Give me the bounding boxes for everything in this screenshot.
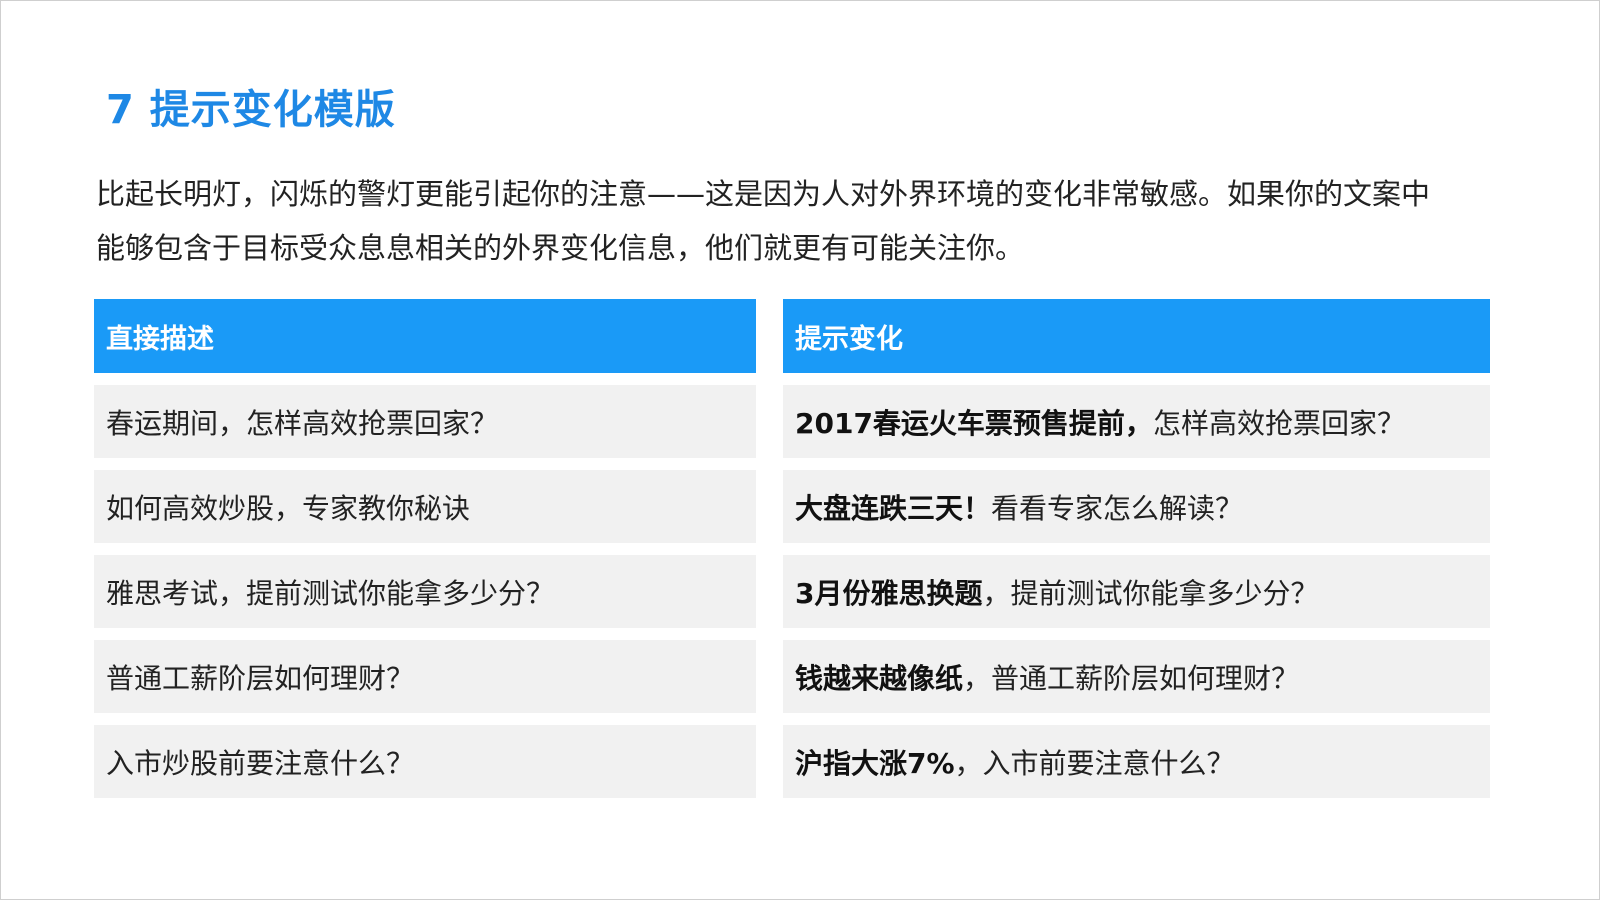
direct-description-column: 直接描述 春运期间，怎样高效抢票回家？ 如何高效炒股，专家教你秘诀 雅思考试，提… <box>94 299 756 810</box>
slide-title: 7 提示变化模版 <box>106 87 396 133</box>
row-highlight: 2017春运火车票预售提前， <box>795 406 1153 440</box>
row-highlight: 钱越来越像纸 <box>795 661 964 695</box>
direct-description-rows: 春运期间，怎样高效抢票回家？ 如何高效炒股，专家教你秘诀 雅思考试，提前测试你能… <box>94 385 756 798</box>
table-row: 2017春运火车票预售提前， 怎样高效抢票回家？ <box>783 385 1490 458</box>
row-text: ，提前测试你能拿多少分？ <box>982 576 1319 610</box>
table-row: 大盘连跌三天！ 看看专家怎么解读？ <box>783 470 1490 543</box>
row-highlight: 大盘连跌三天！ <box>795 491 992 525</box>
row-text: 看看专家怎么解读？ <box>991 491 1244 525</box>
table-row: 雅思考试，提前测试你能拿多少分？ <box>94 555 756 628</box>
table-row: 钱越来越像纸 ，普通工薪阶层如何理财？ <box>783 640 1490 713</box>
slide: 7 提示变化模版 比起长明灯，闪烁的警灯更能引起你的注意——这是因为人对外界环境… <box>0 0 1600 900</box>
table-row: 沪指大涨7% ，入市前要注意什么？ <box>783 725 1490 798</box>
row-text: ，入市前要注意什么？ <box>954 746 1235 780</box>
table-row: 春运期间，怎样高效抢票回家？ <box>94 385 756 458</box>
row-text: ，普通工薪阶层如何理财？ <box>963 661 1300 695</box>
row-text: 怎样高效抢票回家？ <box>1152 406 1405 440</box>
intro-line-2: 能够包含于目标受众息息相关的外界变化信息，他们就更有可能关注你。 <box>96 231 1025 265</box>
table-row: 入市炒股前要注意什么？ <box>94 725 756 798</box>
change-hint-rows: 2017春运火车票预售提前， 怎样高效抢票回家？ 大盘连跌三天！ 看看专家怎么解读？… <box>783 385 1490 798</box>
column-header-change: 提示变化 <box>783 299 1490 373</box>
column-header-direct: 直接描述 <box>94 299 756 373</box>
table-row: 普通工薪阶层如何理财？ <box>94 640 756 713</box>
change-hint-column: 提示变化 2017春运火车票预售提前， 怎样高效抢票回家？ 大盘连跌三天！ 看看专家… <box>783 299 1490 810</box>
row-highlight: 3月份雅思换题 <box>795 576 983 610</box>
table-row: 3月份雅思换题 ，提前测试你能拿多少分？ <box>783 555 1490 628</box>
intro-line-1: 比起长明灯，闪烁的警灯更能引起你的注意——这是因为人对外界环境的变化非常敏感。如… <box>96 177 1431 211</box>
table-row: 如何高效炒股，专家教你秘诀 <box>94 470 756 543</box>
intro-paragraph: 比起长明灯，闪烁的警灯更能引起你的注意——这是因为人对外界环境的变化非常敏感。如… <box>96 167 1516 275</box>
row-highlight: 沪指大涨7% <box>795 746 955 780</box>
